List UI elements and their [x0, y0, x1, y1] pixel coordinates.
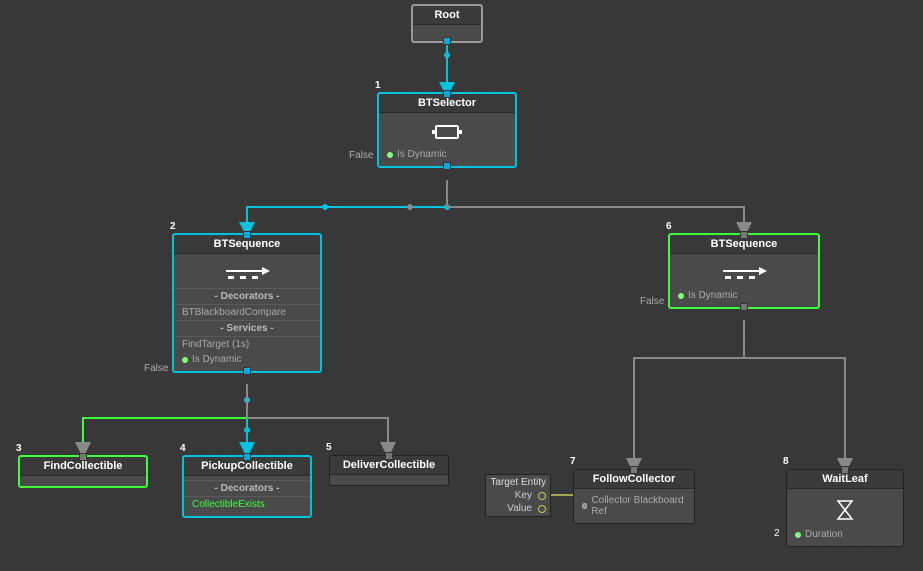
hourglass-icon	[787, 493, 903, 527]
wait-duration-value: 2	[774, 528, 780, 539]
sequence-icon	[174, 258, 320, 288]
node-btsequence-2[interactable]: 2 BTSequence - Decorators - BTBlackboard…	[172, 233, 322, 373]
node-btselector[interactable]: 1 BTSelector Is Dynamic	[377, 92, 517, 168]
key-pin[interactable]	[538, 492, 546, 500]
target-entity-panel[interactable]: Target Entity Key Value	[485, 474, 551, 517]
node-pickupcollectible[interactable]: 4 PickupCollectible - Decorators - Colle…	[182, 455, 312, 518]
node-root-title: Root	[413, 6, 481, 25]
node-waitleaf[interactable]: 8 WaitLeaf Duration	[786, 469, 904, 547]
node-followcollector[interactable]: 7 FollowCollector Collector Blackboard R…	[573, 469, 695, 524]
value-pin[interactable]	[538, 505, 546, 513]
sequence-icon-2	[670, 258, 818, 288]
node-delivercollectible[interactable]: 5 DeliverCollectible	[329, 455, 449, 486]
selector-false-label: False	[349, 150, 373, 161]
seq2-false-label: False	[144, 363, 168, 374]
node-root[interactable]: Root	[411, 4, 483, 43]
seq6-false-label: False	[640, 296, 664, 307]
node-findcollectible[interactable]: 3 FindCollectible	[18, 455, 148, 488]
node-btsequence-6[interactable]: 6 BTSequence Is Dynamic	[668, 233, 820, 309]
selector-icon	[379, 117, 515, 147]
